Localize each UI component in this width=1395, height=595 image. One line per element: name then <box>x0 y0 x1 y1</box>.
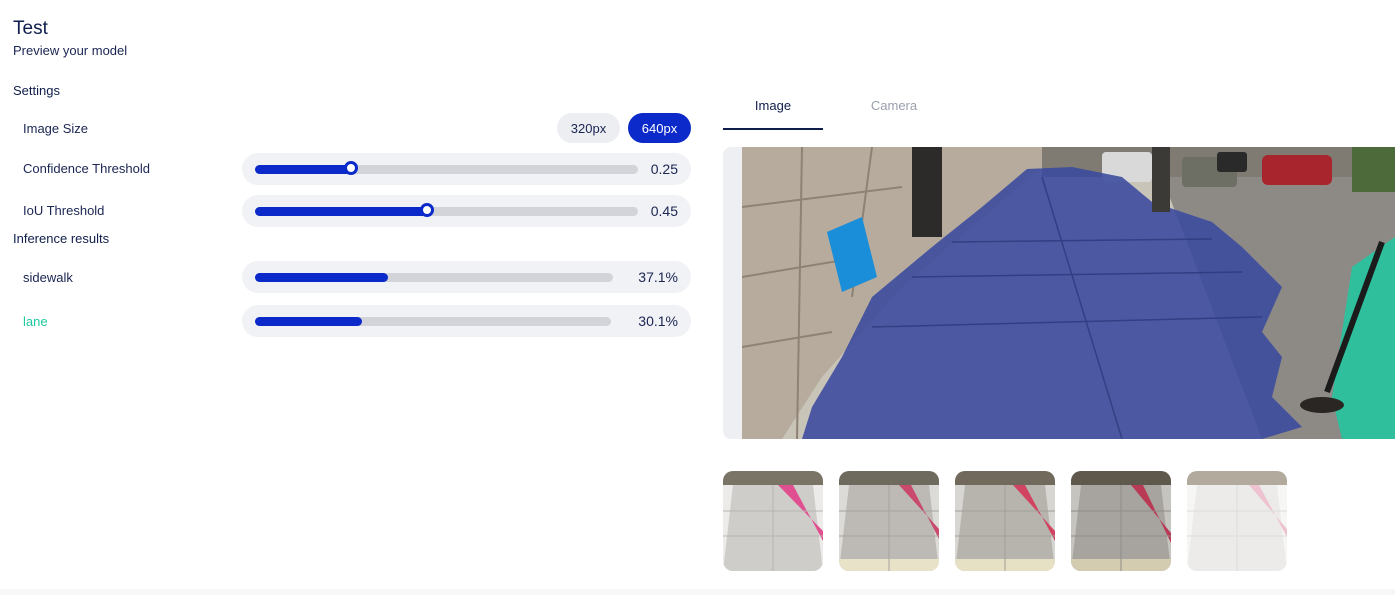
sample-thumbnail[interactable] <box>955 471 1055 571</box>
progress-track <box>255 273 613 282</box>
slider-fill <box>255 165 351 174</box>
sample-thumbnail[interactable] <box>723 471 823 571</box>
result-bar-lane: 30.1% <box>242 305 691 337</box>
progress-fill <box>255 273 388 282</box>
inference-results-heading: Inference results <box>13 231 110 246</box>
result-value-sidewalk: 37.1% <box>638 269 678 285</box>
sample-image-thumbnail <box>1071 471 1171 571</box>
confidence-threshold-slider: 0.25 <box>242 153 691 185</box>
result-value-lane: 30.1% <box>638 313 678 329</box>
settings-heading: Settings <box>13 83 60 98</box>
confidence-threshold-label: Confidence Threshold <box>23 161 150 176</box>
result-label-sidewalk: sidewalk <box>23 270 73 285</box>
sample-image-thumbnail <box>1187 471 1287 571</box>
sample-image-thumbnail <box>839 471 939 571</box>
slider-track[interactable] <box>255 203 638 217</box>
image-size-320-button[interactable]: 320px <box>557 113 620 143</box>
tab-camera[interactable]: Camera <box>844 98 944 130</box>
slider-handle[interactable] <box>420 203 435 217</box>
result-bar-sidewalk: 37.1% <box>242 261 691 293</box>
slider-handle[interactable] <box>343 161 358 175</box>
slider-fill <box>255 207 428 216</box>
sample-image-thumbnail <box>955 471 1055 571</box>
page-title: Test <box>13 18 48 39</box>
confidence-threshold-value: 0.25 <box>650 161 678 177</box>
segmentation-preview-image <box>742 147 1395 439</box>
iou-threshold-slider: 0.45 <box>242 195 691 227</box>
progress-track <box>255 317 611 326</box>
footer-divider <box>0 589 1395 595</box>
image-size-label: Image Size <box>23 121 89 136</box>
progress-fill <box>255 317 363 326</box>
sample-thumbnail[interactable] <box>839 471 939 571</box>
iou-threshold-label: IoU Threshold <box>23 203 105 218</box>
image-size-640-button[interactable]: 640px <box>628 113 691 143</box>
iou-threshold-value: 0.45 <box>650 203 678 219</box>
slider-track[interactable] <box>255 161 638 175</box>
result-label-lane: lane <box>23 314 48 329</box>
sample-thumbnail[interactable] <box>1071 471 1171 571</box>
sample-image-thumbnail <box>723 471 823 571</box>
sample-thumbnail[interactable] <box>1187 471 1287 571</box>
page-subtitle: Preview your model <box>13 43 128 58</box>
preview-image-panel <box>723 147 1395 439</box>
tab-image[interactable]: Image <box>723 98 823 130</box>
